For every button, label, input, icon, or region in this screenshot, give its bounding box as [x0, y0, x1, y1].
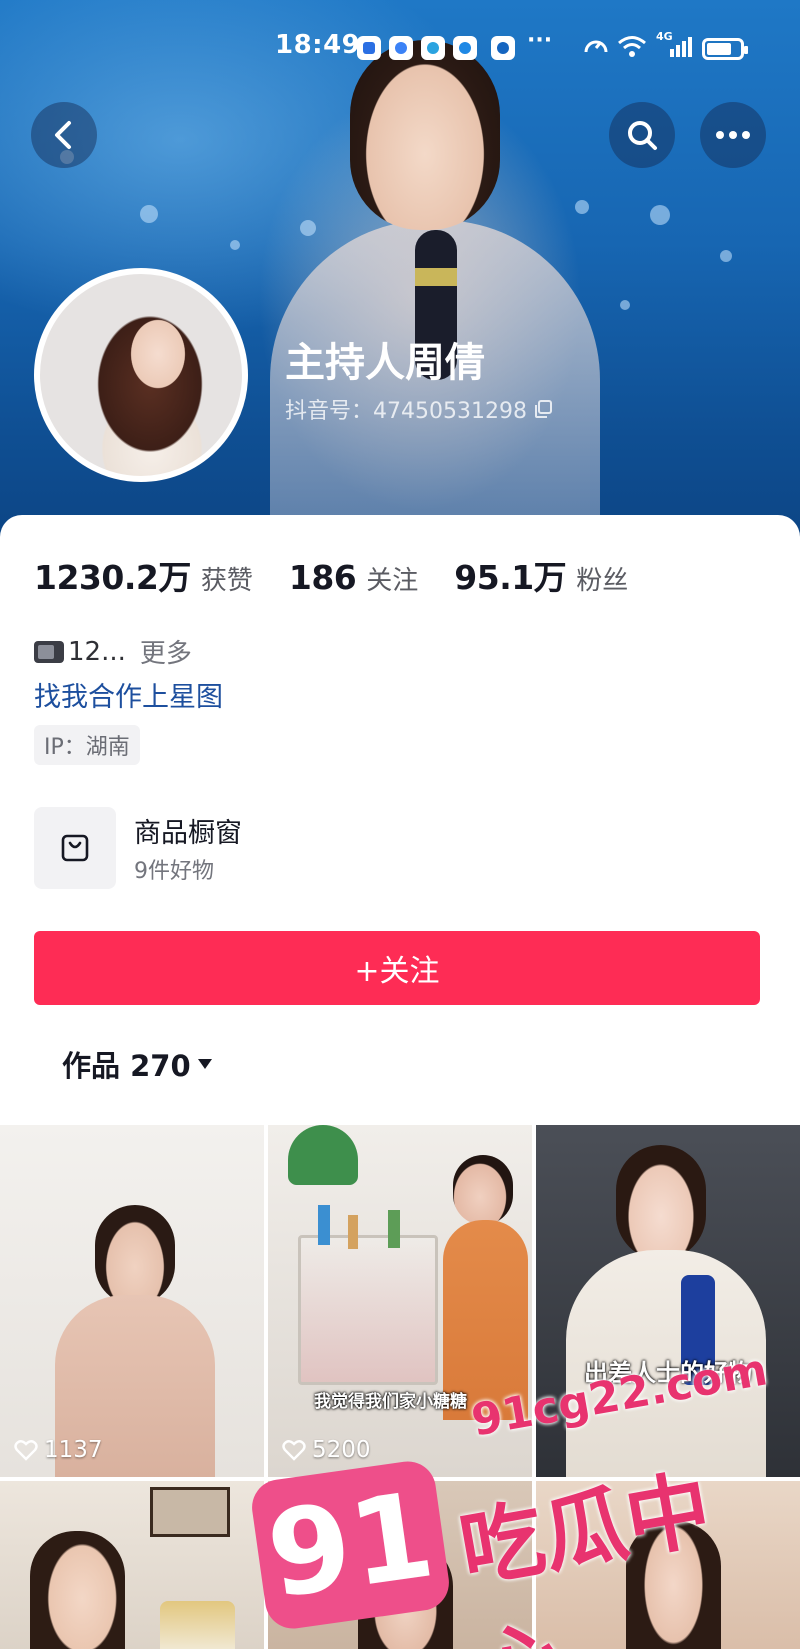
- back-chevron-icon: [55, 121, 71, 149]
- stat-likes: 1230.2万 获赞: [34, 551, 253, 599]
- telegram-icon: [421, 36, 445, 60]
- bio: 12... 更多: [34, 633, 192, 670]
- signal-icon: [660, 34, 694, 63]
- stat-value: 95.1万: [454, 558, 567, 597]
- back-button[interactable]: [31, 102, 97, 168]
- xingtu-link[interactable]: 找我合作上星图: [34, 675, 223, 714]
- video-likes-count: 5200: [312, 1437, 371, 1463]
- stat-following[interactable]: 186 关注: [289, 558, 418, 597]
- copy-icon[interactable]: [533, 399, 553, 419]
- wifi-icon: [617, 34, 647, 63]
- video-caption: 我觉得我们家小糖糖: [314, 1392, 467, 1412]
- stat-label: 粉丝: [576, 566, 629, 596]
- browser-app-icon: [491, 36, 515, 60]
- shop-window-entry[interactable]: 商品橱窗 9件好物: [34, 807, 434, 889]
- video-tile[interactable]: 1137: [0, 1125, 264, 1477]
- battery-icon: [702, 38, 748, 60]
- avatar[interactable]: [34, 268, 248, 482]
- stat-label: 获赞: [200, 566, 253, 596]
- caret-down-icon: [197, 1059, 212, 1069]
- more-dots-icon: [716, 131, 750, 139]
- ip-location-badge: IP：湖南: [34, 725, 140, 765]
- watermark-logo: 91: [248, 1457, 453, 1633]
- bio-more-link[interactable]: 更多: [140, 633, 192, 670]
- works-tab-label: 作品 270: [62, 1049, 191, 1083]
- more-button[interactable]: [700, 102, 766, 168]
- stat-value: 1230.2万: [34, 558, 191, 597]
- shop-title: 商品橱窗: [134, 818, 242, 849]
- shop-subtitle: 9件好物: [134, 859, 214, 884]
- message-app-icon: [453, 36, 477, 60]
- video-likes: 5200: [282, 1437, 371, 1463]
- bio-text: 12...: [68, 636, 126, 667]
- stat-followers[interactable]: 95.1万 粉丝: [454, 551, 628, 599]
- heart-icon: [14, 1440, 38, 1461]
- douyin-id[interactable]: 抖音号：47450531298: [285, 393, 553, 425]
- tab-works[interactable]: 作品 270: [62, 1043, 213, 1085]
- profile-card: 1230.2万 获赞 186 关注 95.1万 粉丝 12... 更多 找我合作…: [0, 515, 800, 1125]
- video-likes: 1137: [14, 1437, 103, 1463]
- status-bar: 18:49 ··· 4G: [0, 28, 800, 68]
- status-time: 18:49: [275, 30, 361, 60]
- profile-stats: 1230.2万 获赞 186 关注 95.1万 粉丝: [34, 551, 664, 599]
- search-button[interactable]: [609, 102, 675, 168]
- search-icon: [628, 121, 657, 150]
- notification-app-icon: [357, 36, 381, 60]
- stat-label: 关注: [366, 566, 419, 596]
- shopping-bag-icon: [34, 807, 116, 889]
- douyin-id-text: 抖音号：47450531298: [285, 399, 527, 424]
- profile-name: 主持人周倩: [285, 340, 485, 386]
- cover-host-head: [350, 40, 500, 230]
- notification-app-icon: [389, 36, 413, 60]
- heart-icon: [282, 1440, 306, 1461]
- speed-icon: [583, 34, 609, 61]
- video-tile[interactable]: [0, 1481, 264, 1649]
- stat-value: 186: [288, 558, 357, 597]
- status-more-icon: ···: [527, 28, 553, 53]
- video-likes-count: 1137: [44, 1437, 103, 1463]
- follow-button[interactable]: +关注: [34, 931, 760, 1005]
- tv-icon: [34, 640, 64, 663]
